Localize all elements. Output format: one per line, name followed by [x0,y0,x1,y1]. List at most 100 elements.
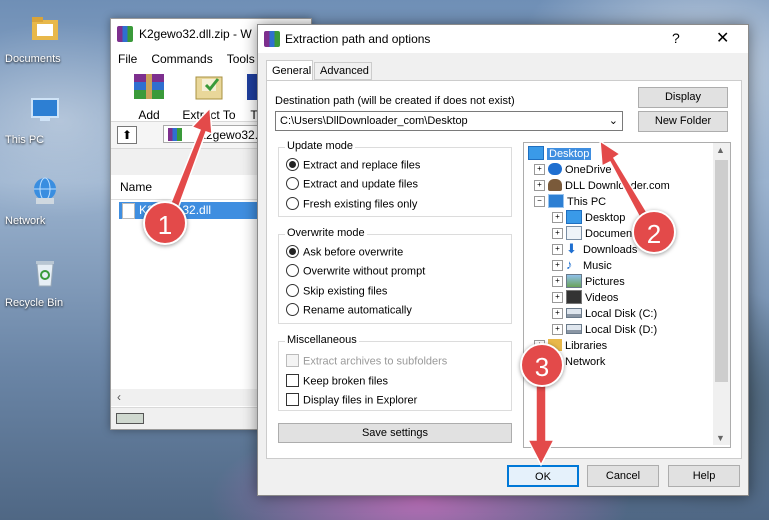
tree-scrollbar[interactable]: ▲ ▼ [713,143,730,445]
column-name[interactable]: Name [120,180,152,194]
expand-icon[interactable]: + [552,243,563,255]
checkbox-icon[interactable] [286,374,299,387]
save-settings-button[interactable]: Save settings [278,423,512,443]
tree-item-music[interactable]: + ♪ Music [552,258,612,274]
scroll-left-icon[interactable]: ‹ [117,390,121,404]
radio-selected-icon[interactable] [286,245,299,258]
annotation-step-3: 3 [520,343,564,387]
tab-general[interactable]: General [266,60,313,81]
menu-tools[interactable]: Tools [227,52,255,66]
disk-icon [566,308,582,319]
overwrite-mode-title: Overwrite mode [285,227,367,239]
desktop-icon-documents[interactable]: Documents [5,12,85,65]
checkbox-display-explorer[interactable]: Display files in Explorer [286,393,417,410]
desktop-icon [566,210,582,225]
checkbox-icon[interactable] [286,393,299,406]
add-button[interactable]: Add [119,71,179,122]
tree-item-onedrive[interactable]: + OneDrive [534,162,611,178]
radio-icon[interactable] [286,197,299,210]
desktop-icon-recycle-bin[interactable]: Recycle Bin [5,256,85,309]
expand-icon[interactable]: + [552,291,563,303]
folder-documents-icon [32,17,58,40]
ok-button[interactable]: OK [507,465,579,487]
expand-icon[interactable]: + [552,275,563,287]
winrar-app-icon [117,26,133,42]
radio-overwrite-without-prompt[interactable]: Overwrite without prompt [286,264,425,281]
up-folder-button[interactable]: ⬆ [117,126,137,144]
tree-label: Music [583,260,612,272]
tree-item-pictures[interactable]: + Pictures [552,274,625,290]
close-icon[interactable]: ✕ [716,28,729,48]
radio-selected-icon[interactable] [286,158,299,171]
music-icon: ♪ [566,257,573,273]
dialog-title: Extraction path and options [285,32,431,46]
expand-icon[interactable]: + [552,259,563,271]
downloads-icon: ⬇ [566,241,577,257]
radio-rename-automatically[interactable]: Rename automatically [286,303,412,320]
radio-ask-overwrite[interactable]: Ask before overwrite [286,245,403,262]
radio-skip-existing[interactable]: Skip existing files [286,284,387,301]
scrollbar-thumb[interactable] [715,160,728,382]
help-icon[interactable]: ? [672,30,680,46]
tree-label: Downloads [583,244,638,256]
tree-item-documents[interactable]: + Documents [552,226,641,242]
expand-icon[interactable]: + [552,307,563,319]
option-label: Extract and replace files [303,159,421,172]
dll-file-icon [122,203,135,219]
extract-to-label: Extract To [182,108,236,122]
expand-icon[interactable]: + [552,227,563,239]
tree-label: Network [565,356,606,368]
option-label: Rename automatically [303,304,412,317]
desktop-icon-network[interactable]: Network [5,174,85,227]
collapse-icon[interactable]: − [534,195,545,207]
expand-icon[interactable]: + [552,323,563,335]
tree-item-local-disk-c[interactable]: + Local Disk (C:) [552,306,657,322]
radio-fresh-existing[interactable]: Fresh existing files only [286,197,417,214]
desktop-icon-this-pc[interactable]: This PC [5,93,85,146]
miscellaneous-title: Miscellaneous [285,334,359,346]
tree-label: This PC [567,196,607,208]
destination-path-input[interactable]: C:\Users\DllDownloader_com\Desktop ⌄ [275,111,623,131]
radio-icon[interactable] [286,284,299,297]
extraction-dialog: Extraction path and options ? ✕ General … [257,24,749,496]
add-archive-icon [134,74,164,99]
user-icon [548,179,562,192]
tab-advanced[interactable]: Advanced [314,62,372,80]
tree-label: DLL Downloader.com [565,180,670,192]
tree-item-user[interactable]: + DLL Downloader.com [534,178,670,194]
tree-item-local-disk-d[interactable]: + Local Disk (D:) [552,322,657,338]
cancel-button[interactable]: Cancel [587,465,659,487]
videos-icon [566,290,582,305]
menu-file[interactable]: File [118,52,137,66]
extract-to-button[interactable]: Extract To [179,71,239,122]
tree-item-pc-desktop[interactable]: + Desktop [552,210,625,226]
desktop-icon-label: Documents [5,53,61,65]
tree-label: Videos [585,292,619,304]
radio-icon[interactable] [286,264,299,277]
help-button[interactable]: Help [668,465,740,487]
radio-icon[interactable] [286,303,299,316]
tree-item-this-pc[interactable]: − This PC [534,194,606,210]
display-button[interactable]: Display [638,87,728,108]
tree-item-desktop[interactable]: Desktop [528,146,592,162]
chevron-down-icon[interactable]: ⌄ [609,114,618,127]
folder-tree[interactable]: Desktop + OneDrive + DLL Downloader.com − T… [523,142,731,448]
new-folder-button[interactable]: New Folder [638,111,728,132]
menu-commands[interactable]: Commands [151,52,212,66]
zip-icon [168,128,182,141]
tree-item-downloads[interactable]: + ⬇ Downloads [552,242,637,258]
desktop-icon-label: Recycle Bin [5,297,64,309]
expand-icon[interactable]: + [534,179,545,191]
scroll-up-icon[interactable]: ▲ [716,145,725,155]
checkbox-keep-broken[interactable]: Keep broken files [286,374,388,391]
tree-label: Desktop [547,148,592,160]
scroll-down-icon[interactable]: ▼ [716,433,725,443]
tree-label: Libraries [565,340,608,352]
expand-icon[interactable]: + [552,211,563,223]
radio-icon[interactable] [286,177,299,190]
radio-extract-update[interactable]: Extract and update files [286,177,418,194]
tree-item-videos[interactable]: + Videos [552,290,618,306]
dialog-titlebar[interactable]: Extraction path and options ? ✕ [258,25,748,53]
expand-icon[interactable]: + [534,163,545,175]
radio-extract-replace[interactable]: Extract and replace files [286,158,421,175]
